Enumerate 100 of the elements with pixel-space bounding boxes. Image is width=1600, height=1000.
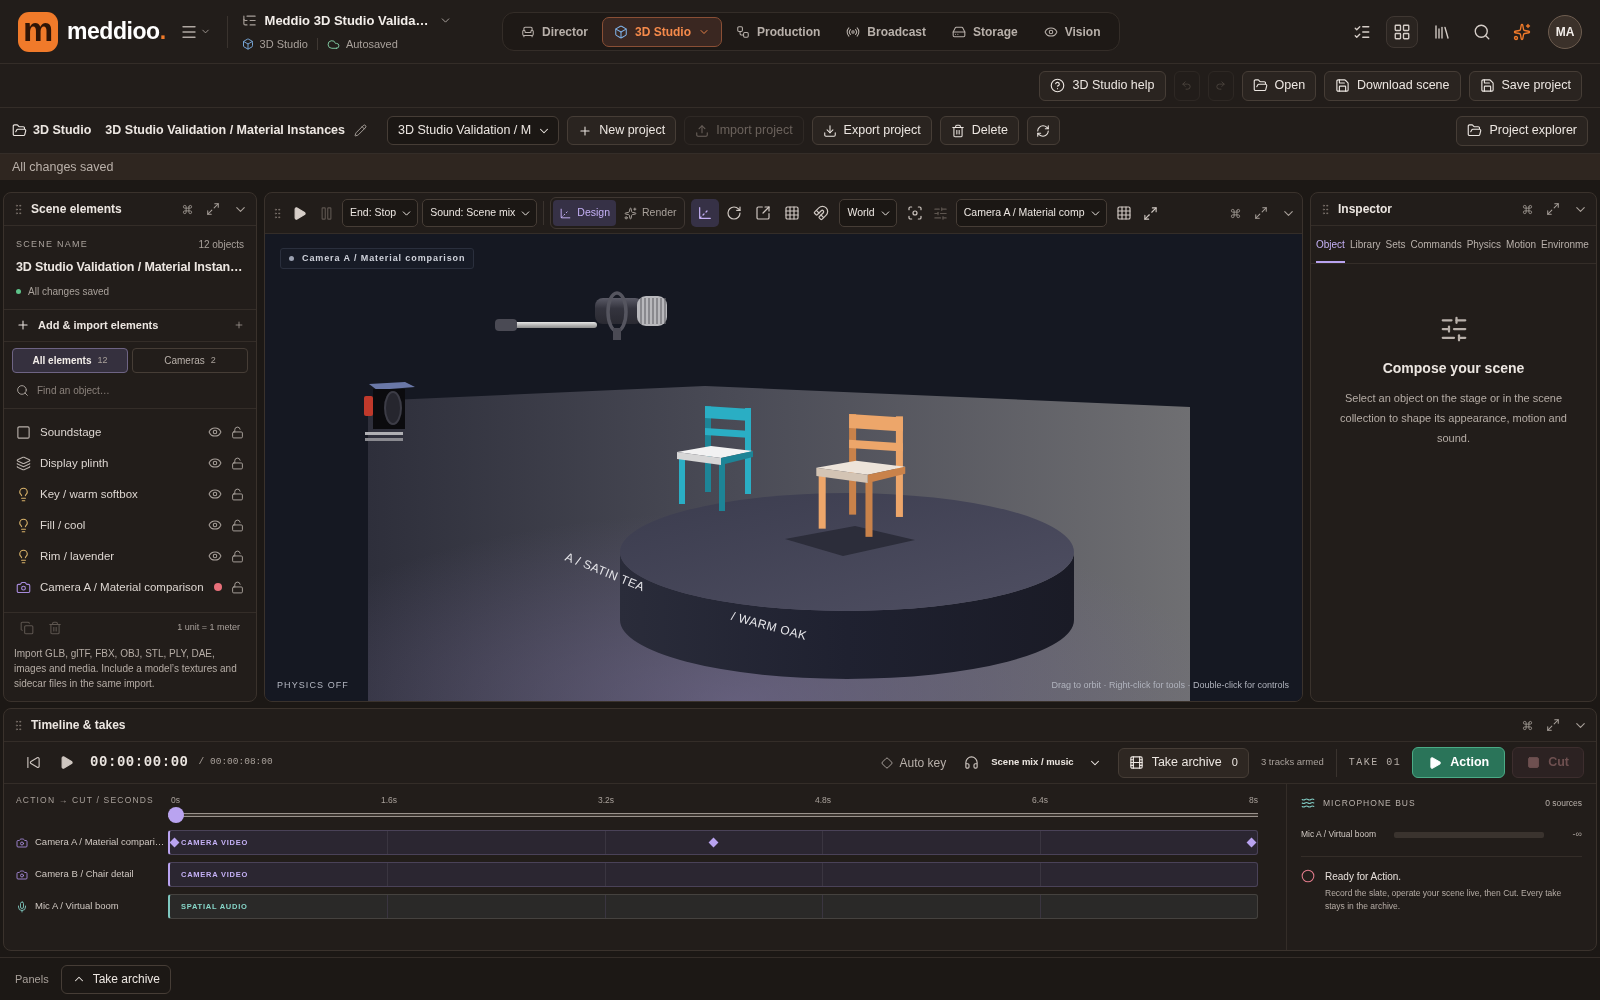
eye-icon[interactable]: [208, 487, 222, 502]
tick-label: 8s: [1249, 793, 1258, 807]
inspector-tab[interactable]: Motion: [1506, 237, 1537, 263]
track-name[interactable]: Camera A / Material compari…: [35, 835, 165, 850]
play-icon[interactable]: [59, 755, 74, 770]
scene-item[interactable]: Key / warm softbox: [40, 485, 138, 503]
scene-item[interactable]: Camera A / Material comparison: [40, 578, 204, 596]
scale-tool-button[interactable]: [755, 205, 772, 221]
assistant-button[interactable]: [1513, 22, 1531, 41]
grid-tool-button[interactable]: [784, 205, 801, 221]
refresh-button[interactable]: [1026, 116, 1060, 145]
command-icon[interactable]: [1230, 207, 1241, 219]
camera-name: Camera A / Material comparison: [302, 251, 466, 265]
grid-icon[interactable]: [1115, 205, 1132, 221]
auto-key-toggle[interactable]: Auto key: [880, 753, 947, 772]
nav-tab[interactable]: Storage: [940, 16, 1030, 47]
bus-title: MICROPHONE BUS: [1323, 796, 1416, 810]
nav-tab[interactable]: Director: [509, 16, 600, 47]
axis-tool-button[interactable]: [691, 199, 720, 227]
keyframe-icon[interactable]: [169, 837, 180, 848]
rotate-tool-button[interactable]: [726, 205, 743, 221]
playhead-thumb[interactable]: [168, 807, 184, 823]
mode-tab[interactable]: Render: [618, 200, 683, 226]
export-button[interactable]: Export project: [811, 116, 932, 145]
inspector-tab[interactable]: Environme: [1541, 237, 1589, 263]
play-icon[interactable]: [292, 205, 307, 221]
unlock-icon[interactable]: [231, 518, 244, 532]
track-name[interactable]: Mic A / Virtual boom: [35, 899, 119, 914]
nav-tab[interactable]: Vision: [1031, 16, 1113, 47]
command-icon[interactable]: [1522, 719, 1533, 731]
inspector-tab[interactable]: Commands: [1410, 237, 1462, 263]
inspector-tab[interactable]: Sets: [1385, 237, 1406, 263]
eye-icon[interactable]: [208, 456, 222, 471]
search-button[interactable]: [1473, 22, 1491, 41]
microphone-icon: [16, 900, 28, 913]
delete-button[interactable]: Delete: [939, 116, 1019, 145]
track-name[interactable]: Camera B / Chair detail: [35, 867, 134, 882]
filter-tab[interactable]: Cameras 2: [132, 347, 248, 373]
filter-tab[interactable]: All elements 12: [12, 347, 128, 373]
eye-icon[interactable]: [208, 425, 222, 440]
take-archive-button[interactable]: Take archive 0: [1117, 747, 1249, 778]
playhead-slider[interactable]: [168, 807, 1258, 823]
help-icon: [1050, 78, 1066, 93]
help-button[interactable]: 3D Studio help: [1039, 70, 1166, 101]
unlock-icon[interactable]: [231, 580, 244, 594]
add-elements-button[interactable]: Add & import elements: [4, 309, 256, 342]
inspector-tab[interactable]: Object: [1316, 237, 1345, 263]
unlock-icon[interactable]: [231, 487, 244, 501]
nav-tab[interactable]: 3D Studio: [602, 16, 722, 47]
project-menu[interactable]: Meddio 3D Studio Valida…: [264, 10, 452, 30]
scene-item[interactable]: Soundstage: [40, 423, 102, 441]
axis-icon: [697, 205, 714, 221]
nav-tab[interactable]: Broadcast: [834, 16, 939, 47]
project-select[interactable]: 3D Studio Validation / M: [387, 116, 560, 145]
apps-button[interactable]: [1386, 15, 1418, 48]
eye-icon[interactable]: [208, 549, 222, 564]
expand-icon[interactable]: [1546, 718, 1560, 732]
expand-icon[interactable]: [1546, 202, 1560, 216]
save-button[interactable]: Save project: [1468, 70, 1582, 101]
space-select[interactable]: World: [839, 199, 897, 227]
diamond-icon: [880, 756, 893, 769]
scene-item[interactable]: Display plinth: [40, 454, 109, 472]
expand-icon[interactable]: [206, 202, 220, 216]
command-icon[interactable]: [182, 203, 193, 215]
brand-logo[interactable]: m: [18, 11, 58, 52]
keyframe-icon[interactable]: [708, 837, 718, 848]
pencil-icon[interactable]: [354, 124, 367, 137]
unlock-icon[interactable]: [231, 549, 244, 563]
search-field[interactable]: Find an object…: [37, 382, 244, 398]
skip-back-icon[interactable]: [26, 755, 41, 770]
unlock-icon[interactable]: [231, 425, 244, 439]
scene-item[interactable]: Rim / lavender: [40, 547, 115, 565]
new-project-button[interactable]: New project: [567, 116, 677, 145]
snap-tool-button[interactable]: [813, 205, 830, 221]
action-button[interactable]: Action: [1412, 747, 1506, 778]
explorer-button[interactable]: Project explorer: [1456, 115, 1588, 146]
take-archive-toggle[interactable]: Take archive: [60, 964, 171, 994]
scene-item[interactable]: Fill / cool: [40, 516, 86, 534]
grid-icon: [784, 205, 801, 221]
camera-select[interactable]: Camera A / Material comp: [955, 199, 1107, 227]
open-button[interactable]: Open: [1241, 70, 1317, 101]
focus-icon[interactable]: [906, 205, 923, 221]
inspector-tab[interactable]: Library: [1349, 237, 1381, 263]
command-icon[interactable]: [1522, 203, 1533, 215]
expand-icon[interactable]: [1142, 205, 1158, 221]
end-action-select[interactable]: End: Stop: [342, 199, 419, 227]
mode-tab[interactable]: Design: [553, 200, 617, 226]
eye-icon[interactable]: [208, 518, 222, 533]
user-avatar[interactable]: MA: [1548, 14, 1582, 49]
expand-icon[interactable]: [1254, 206, 1268, 220]
field-label: SCENE NAME: [16, 237, 89, 251]
nav-tab[interactable]: Production: [724, 16, 833, 47]
camera-drawing: [364, 382, 415, 441]
inspector-tab[interactable]: Physics: [1466, 237, 1502, 263]
keyframe-icon[interactable]: [1246, 837, 1257, 848]
download-button[interactable]: Download scene: [1324, 70, 1461, 101]
audio-select[interactable]: Scene mix / music: [991, 755, 1102, 770]
sound-select[interactable]: Sound: Scene mix: [422, 199, 538, 227]
library-button[interactable]: [1433, 22, 1451, 41]
unlock-icon[interactable]: [231, 456, 244, 470]
